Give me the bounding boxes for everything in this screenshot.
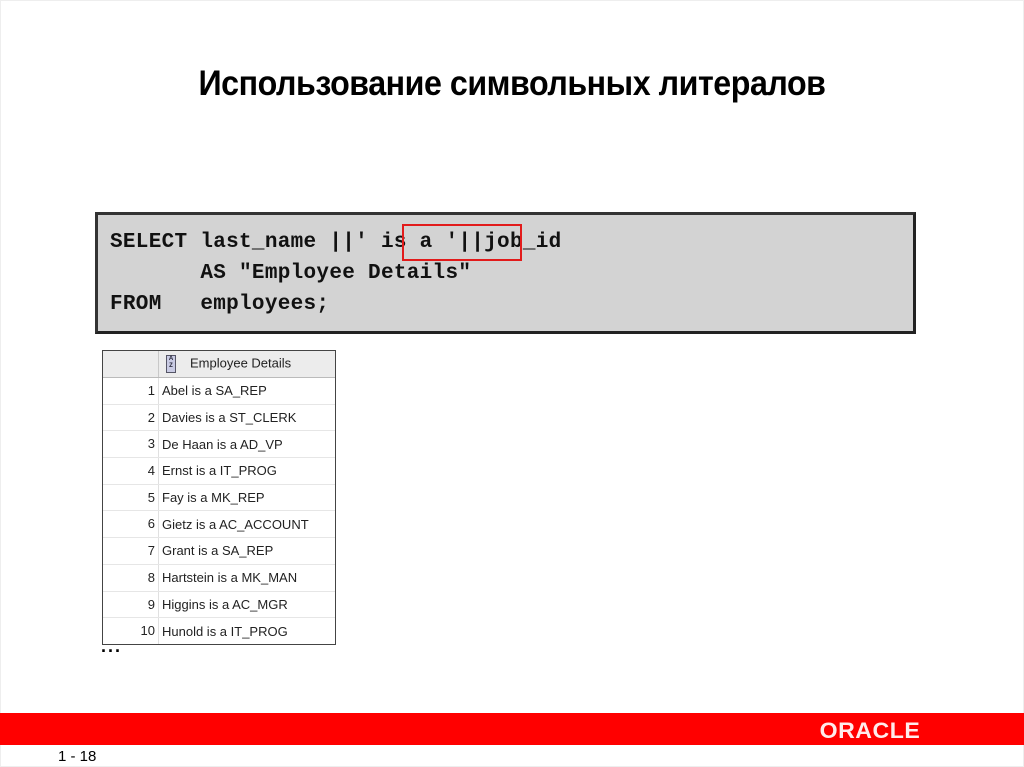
- row-number: 4: [103, 458, 159, 484]
- cell-employee-details[interactable]: De Haan is a AD_VP: [159, 437, 283, 452]
- cell-employee-details[interactable]: Grant is a SA_REP: [159, 543, 273, 558]
- table-row[interactable]: 10 Hunold is a IT_PROG: [103, 618, 335, 644]
- row-number-header: [103, 351, 159, 377]
- slide-title: Использование символьных литералов: [198, 64, 826, 103]
- table-row[interactable]: 5 Fay is a MK_REP: [103, 484, 335, 512]
- row-number: 9: [103, 591, 159, 618]
- oracle-logo: ORACLE: [819, 718, 921, 743]
- table-row[interactable]: 6 Gietz is a AC_ACCOUNT: [103, 511, 335, 539]
- table-row[interactable]: 1 Abel is a SA_REP: [103, 378, 335, 405]
- row-number: 6: [103, 511, 159, 538]
- table-row[interactable]: 8 Hartstein is a MK_MAN: [103, 564, 335, 592]
- row-number: 1: [103, 378, 159, 404]
- grid-header-row: A Z Employee Details: [103, 351, 335, 378]
- cell-employee-details[interactable]: Davies is a ST_CLERK: [159, 410, 296, 425]
- more-rows-ellipsis: ...: [101, 636, 123, 656]
- table-row[interactable]: 4 Ernst is a IT_PROG: [103, 458, 335, 485]
- row-number: 2: [103, 404, 159, 431]
- cell-employee-details[interactable]: Gietz is a AC_ACCOUNT: [159, 517, 309, 532]
- result-grid: A Z Employee Details 1 Abel is a SA_REP 2 Dav…: [102, 350, 336, 645]
- sql-code-box: SELECT last_name ||' is a '||job_id AS "…: [95, 212, 916, 334]
- row-number: 7: [103, 538, 159, 564]
- page-number: 1 - 18: [58, 748, 97, 765]
- cell-employee-details[interactable]: Ernst is a IT_PROG: [159, 463, 277, 478]
- cell-employee-details[interactable]: Higgins is a AC_MGR: [159, 597, 288, 612]
- cell-employee-details[interactable]: Hartstein is a MK_MAN: [159, 570, 297, 585]
- table-row[interactable]: 3 De Haan is a AD_VP: [103, 431, 335, 459]
- code-line: AS "Employee Details": [110, 262, 472, 285]
- column-header-label: Employee Details: [190, 355, 292, 371]
- column-header-employee-details[interactable]: A Z Employee Details: [159, 355, 291, 373]
- code-line: FROM employees;: [110, 293, 330, 316]
- row-number: 8: [103, 564, 159, 591]
- cell-employee-details[interactable]: Fay is a MK_REP: [159, 490, 265, 505]
- row-number: 3: [103, 431, 159, 458]
- table-row[interactable]: 9 Higgins is a AC_MGR: [103, 591, 335, 619]
- footer-brand-band: ORACLE: [0, 713, 1024, 745]
- cell-employee-details[interactable]: Hunold is a IT_PROG: [159, 624, 288, 639]
- az-sort-icon[interactable]: AZ: [166, 355, 176, 373]
- cell-employee-details[interactable]: Abel is a SA_REP: [159, 383, 267, 398]
- table-row[interactable]: 7 Grant is a SA_REP: [103, 538, 335, 565]
- table-row[interactable]: 2 Davies is a ST_CLERK: [103, 404, 335, 432]
- row-number: 5: [103, 484, 159, 511]
- literal-highlight-box: [402, 224, 522, 261]
